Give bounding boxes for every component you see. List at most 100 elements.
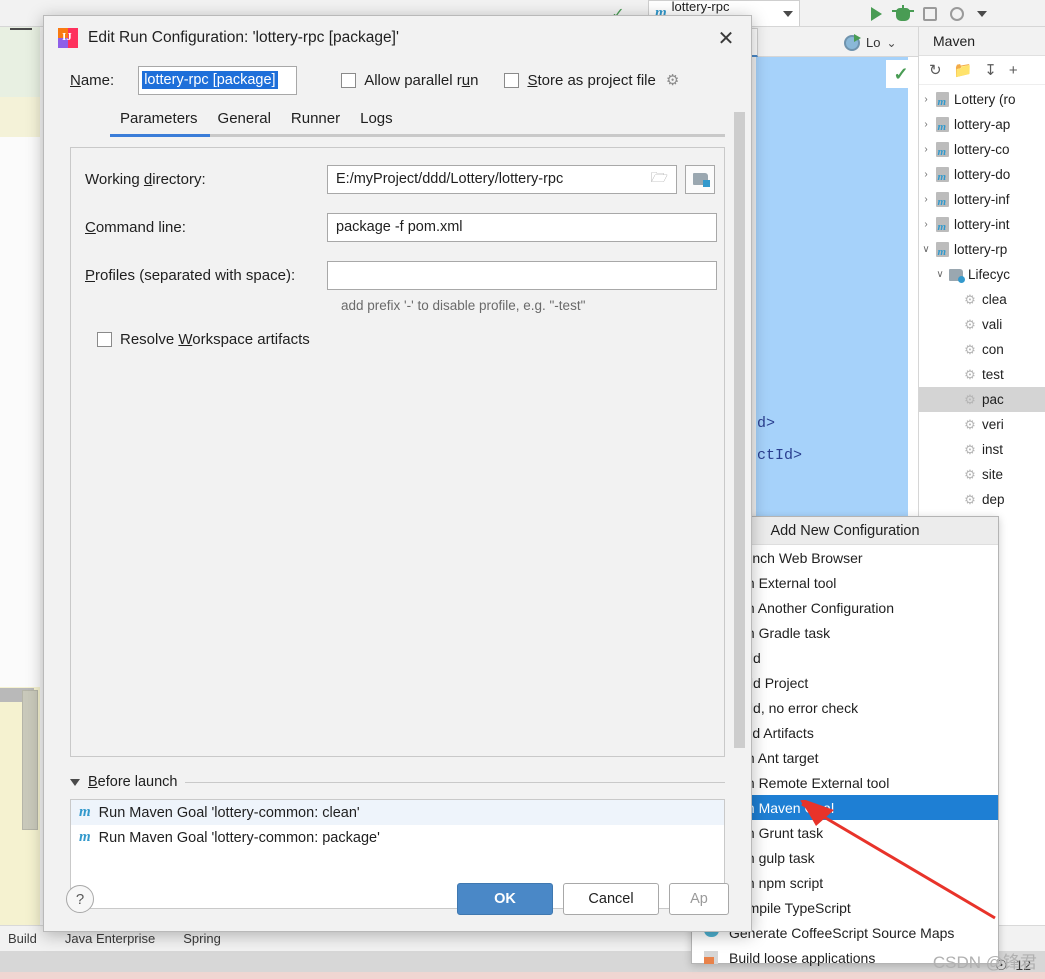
maven-tree-row[interactable]: ⚙ con xyxy=(919,337,1045,362)
working-directory-input[interactable]: E:/myProject/ddd/Lottery/lottery-rpc 🗁 xyxy=(327,164,677,194)
maven-tree-row[interactable]: ⚙ test xyxy=(919,362,1045,387)
folder-browse-icon[interactable]: 🗁 xyxy=(651,167,668,191)
maven-tree-row[interactable]: ∨ lottery-rp xyxy=(919,237,1045,262)
download-sources-icon[interactable]: ↧ xyxy=(984,61,997,79)
refresh-icon[interactable]: ↻ xyxy=(929,61,942,79)
maven-tree-row[interactable]: › lottery-do xyxy=(919,162,1045,187)
gear-icon: ⚙ xyxy=(964,291,976,307)
dialog-button-bar: ? OK Cancel Ap xyxy=(44,867,751,931)
tree-expander-icon[interactable]: › xyxy=(919,119,933,130)
dialog-scrollbar[interactable] xyxy=(734,112,745,748)
dialog-title: Edit Run Configuration: 'lottery-rpc [pa… xyxy=(88,29,399,46)
gear-icon: ⚙ xyxy=(964,441,976,457)
tree-expander-icon[interactable]: ∨ xyxy=(919,244,933,255)
tree-expander-icon[interactable]: › xyxy=(919,219,933,230)
maven-tree-row-label: con xyxy=(982,342,1004,357)
maven-tree-row-label: lottery-int xyxy=(954,217,1010,232)
tree-expander-icon[interactable]: › xyxy=(919,169,933,180)
gear-icon: ⚙ xyxy=(964,466,976,482)
command-line-input[interactable]: package -f pom.xml xyxy=(327,212,717,242)
chevron-down-icon[interactable] xyxy=(783,10,793,17)
maven-module-icon xyxy=(933,92,951,108)
insert-macro-button[interactable] xyxy=(685,164,715,194)
maven-tree-row-label: lottery-do xyxy=(954,167,1011,182)
maven-tree-row[interactable]: ⚙ veri xyxy=(919,412,1045,437)
maven-tree-row[interactable]: ⚙ clea xyxy=(919,287,1045,312)
gear-icon: ⚙ xyxy=(964,391,976,407)
gear-icon: ⚙ xyxy=(964,416,976,432)
profiles-hint: add prefix '-' to disable profile, e.g. … xyxy=(341,298,586,313)
maven-tree-row-label: pac xyxy=(982,392,1004,407)
store-as-project-file-checkbox[interactable]: Store as project file xyxy=(504,72,656,89)
working-directory-row: Working directory: E:/myProject/ddd/Lott… xyxy=(85,162,724,196)
maven-tree-row-label: clea xyxy=(982,292,1007,307)
before-launch-item-label: Run Maven Goal 'lottery-common: package' xyxy=(98,829,380,846)
ok-button[interactable]: OK xyxy=(457,883,553,915)
maven-module-icon xyxy=(933,142,951,158)
maven-tree-row[interactable]: › lottery-co xyxy=(919,137,1045,162)
editor-tab-log[interactable]: Lo ⌄ xyxy=(836,28,905,57)
tree-expander-icon[interactable]: ∨ xyxy=(933,269,947,280)
before-launch-item[interactable]: m Run Maven Goal 'lottery-common: clean' xyxy=(71,800,724,825)
profile-icon[interactable] xyxy=(947,4,967,24)
tool-button-java-enterprise[interactable]: Java Enterprise xyxy=(65,931,155,946)
before-launch-item-label: Run Maven Goal 'lottery-common: clean' xyxy=(98,804,360,821)
profiles-input[interactable] xyxy=(327,260,717,290)
allow-parallel-run-checkbox[interactable]: Allow parallel run xyxy=(341,72,478,89)
cancel-button[interactable]: Cancel xyxy=(563,883,659,915)
chevron-down-icon[interactable] xyxy=(70,778,80,786)
before-launch-header[interactable]: Before launch xyxy=(70,771,725,793)
maven-tree-row[interactable]: ⚙ site xyxy=(919,462,1045,487)
run-with-coverage-icon[interactable] xyxy=(920,4,940,24)
chevron-down-icon[interactable]: ⌄ xyxy=(886,36,896,50)
close-icon[interactable]: ✕ xyxy=(713,25,739,51)
maven-module-icon xyxy=(933,217,951,233)
maven-tree-row[interactable]: › lottery-ap xyxy=(919,112,1045,137)
window-minimize-icon[interactable] xyxy=(10,28,32,30)
add-maven-project-icon[interactable]: 📁 xyxy=(954,61,973,79)
maven-icon: m xyxy=(79,829,91,845)
checkbox-box xyxy=(504,72,520,88)
tab-parameters[interactable]: Parameters xyxy=(110,110,208,134)
maven-tree-row[interactable]: ⚙ dep xyxy=(919,487,1045,512)
before-launch-item[interactable]: m Run Maven Goal 'lottery-common: package… xyxy=(71,825,724,850)
name-row: Name: lottery-rpc [package] Allow parall… xyxy=(44,60,751,100)
scrollbar-thumb[interactable] xyxy=(734,112,745,748)
more-run-options-chevron-icon[interactable] xyxy=(972,4,992,24)
maven-tree-row[interactable]: › Lottery (ro xyxy=(919,87,1045,112)
tree-expander-icon[interactable]: › xyxy=(919,144,933,155)
editor-scrollbar[interactable] xyxy=(22,690,38,830)
apply-button[interactable]: Ap xyxy=(669,883,729,915)
tab-runner[interactable]: Runner xyxy=(281,110,350,134)
maven-tree-row[interactable]: ⚙ pac xyxy=(919,387,1045,412)
resolve-workspace-artifacts-checkbox[interactable]: Resolve Workspace artifacts xyxy=(97,331,724,348)
tree-expander-icon[interactable]: › xyxy=(919,194,933,205)
tab-general[interactable]: General xyxy=(208,110,281,134)
maven-tree-row-label: Lottery (ro xyxy=(954,92,1016,107)
gear-icon[interactable]: ⚙ xyxy=(666,71,679,89)
name-input-value: lottery-rpc [package] xyxy=(142,71,278,89)
maven-tree-row[interactable]: › lottery-int xyxy=(919,212,1045,237)
popup-menu-item-label: Build loose applications xyxy=(729,949,876,966)
tab-logs[interactable]: Logs xyxy=(350,110,403,134)
gear-icon: ⚙ xyxy=(964,341,976,357)
run-icon[interactable] xyxy=(866,4,886,24)
tool-button-spring[interactable]: Spring xyxy=(183,931,221,946)
intellij-icon: IJ xyxy=(58,28,78,48)
maven-project-tree[interactable]: › Lottery (ro › lottery-ap › lottery-co › lotte… xyxy=(919,85,1045,587)
tool-button-build[interactable]: Build xyxy=(8,931,37,946)
before-launch-title: Before launch xyxy=(88,774,178,790)
tab-underline xyxy=(110,134,725,137)
maven-tree-row[interactable]: › lottery-inf xyxy=(919,187,1045,212)
debug-icon[interactable] xyxy=(892,4,914,24)
help-button[interactable]: ? xyxy=(66,885,94,913)
inspection-ok-icon[interactable]: ✓ xyxy=(886,60,916,88)
name-input[interactable]: lottery-rpc [package] xyxy=(138,65,298,95)
maven-tree-row-label: site xyxy=(982,467,1004,482)
profiles-label: Profiles (separated with space): xyxy=(85,266,296,284)
maven-tree-row[interactable]: ∨ Lifecyc xyxy=(919,262,1045,287)
maven-tree-row[interactable]: ⚙ vali xyxy=(919,312,1045,337)
tree-expander-icon[interactable]: › xyxy=(919,94,933,105)
maven-tree-row[interactable]: ⚙ inst xyxy=(919,437,1045,462)
add-icon[interactable]: + xyxy=(1009,62,1018,79)
